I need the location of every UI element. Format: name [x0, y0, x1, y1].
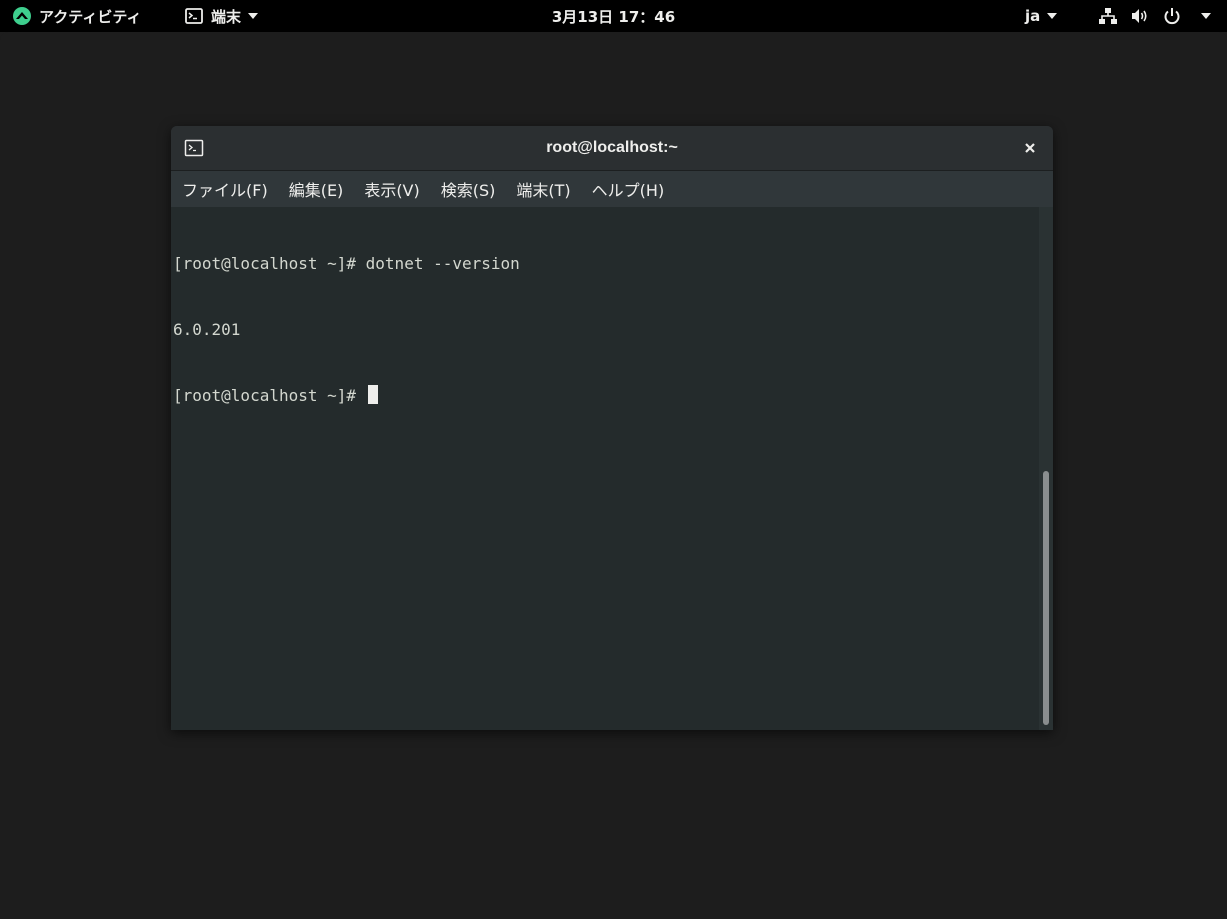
window-titlebar[interactable]: root@localhost:~ — [171, 126, 1053, 171]
chevron-down-icon — [248, 13, 259, 19]
scrollbar-thumb[interactable] — [1043, 471, 1049, 725]
menu-terminal[interactable]: 端末(T) — [505, 177, 580, 201]
activities-button[interactable]: アクティビティ — [12, 0, 141, 32]
menu-edit[interactable]: 編集(E) — [278, 177, 354, 201]
terminal-icon — [185, 8, 203, 24]
app-menu-label: 端末 — [211, 7, 242, 26]
terminal-output[interactable]: [root@localhost ~]# dotnet --version 6.0… — [171, 207, 1039, 730]
menu-view[interactable]: 表示(V) — [353, 177, 429, 201]
activities-logo-icon — [12, 6, 32, 26]
top-bar: アクティビティ 端末 3月13日 17：46 ja — [0, 0, 1227, 32]
text-cursor — [367, 385, 378, 404]
clock-button[interactable]: 3月13日 17：46 — [552, 6, 675, 27]
terminal-line: [root@localhost ~]# dotnet --version — [173, 254, 520, 273]
menu-file[interactable]: ファイル(F) — [171, 177, 278, 201]
menu-search[interactable]: 検索(S) — [430, 177, 506, 201]
volume-icon — [1130, 7, 1150, 25]
activities-label: アクティビティ — [39, 7, 142, 26]
scrollbar[interactable] — [1039, 207, 1053, 730]
close-icon[interactable] — [1019, 137, 1041, 159]
terminal-prompt: [root@localhost ~]# — [173, 386, 366, 405]
power-icon — [1162, 7, 1182, 25]
window-title: root@localhost:~ — [546, 139, 678, 156]
terminal-window: root@localhost:~ ファイル(F) 編集(E) 表示(V) 検索(… — [171, 126, 1053, 730]
system-status-menu[interactable] — [1098, 0, 1211, 32]
terminal-prompt-line: [root@localhost ~]# — [173, 385, 1039, 407]
chevron-down-icon — [1047, 13, 1058, 19]
menu-help[interactable]: ヘルプ(H) — [581, 177, 675, 201]
language-label: ja — [1025, 7, 1041, 25]
menu-bar: ファイル(F) 編集(E) 表示(V) 検索(S) 端末(T) ヘルプ(H) — [171, 171, 1053, 207]
language-menu-button[interactable]: ja — [1025, 0, 1058, 32]
chevron-down-icon — [1201, 13, 1211, 19]
terminal-icon[interactable] — [184, 139, 204, 157]
app-menu-button[interactable]: 端末 — [185, 0, 259, 32]
network-icon — [1098, 7, 1118, 25]
terminal-line: 6.0.201 — [173, 320, 241, 339]
